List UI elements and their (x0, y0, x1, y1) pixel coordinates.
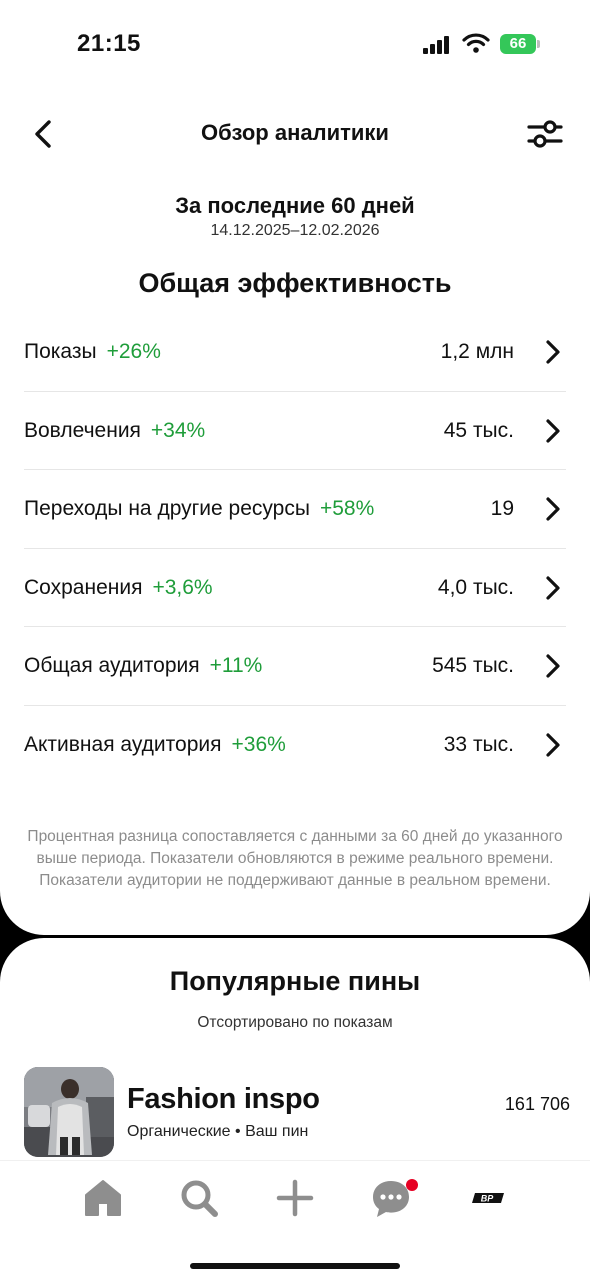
notification-dot (406, 1179, 418, 1191)
chevron-right-icon (546, 340, 560, 364)
search-icon (181, 1180, 218, 1217)
tab-bar: BP (0, 1160, 590, 1280)
metric-row-total-audience[interactable]: Общая аудитория +11% 545 тыс. (24, 627, 566, 706)
period-range: 14.12.2025–12.02.2026 (210, 222, 380, 239)
metric-row-outbound-clicks[interactable]: Переходы на другие ресурсы +58% 19 (24, 470, 566, 549)
metric-delta: +34% (150, 418, 206, 442)
metric-label: Переходы на другие ресурсы +58% (24, 497, 375, 521)
metric-label: Активная аудитория +36% (24, 732, 286, 756)
period-title: За последние 60 дней (175, 193, 415, 218)
metric-value: 33 тыс. (443, 732, 514, 756)
metric-delta: +11% (209, 654, 263, 678)
section-title: Общая эффективность (138, 268, 452, 298)
tab-home[interactable] (80, 1175, 126, 1221)
footnote: Процентная разница сопоставляется с данн… (27, 828, 563, 889)
filter-icon[interactable] (526, 116, 564, 152)
metric-value: 1,2 млн (440, 340, 514, 363)
popular-pins-title: Популярные пины (169, 966, 421, 996)
battery-icon: 66 (500, 34, 540, 54)
home-icon (85, 1180, 121, 1216)
page-title: Обзор аналитики (201, 120, 389, 145)
pin-impressions-count: 161 706 (504, 1094, 570, 1114)
popular-pins-sort-label: Отсортировано по показам (197, 1014, 393, 1031)
metric-value: 4,0 тыс. (437, 575, 514, 599)
status-time: 21:15 (77, 30, 141, 57)
pin-title: Fashion inspo (127, 1083, 320, 1115)
metric-row-engaged-audience[interactable]: Активная аудитория +36% 33 тыс. (24, 706, 566, 785)
metric-delta: +26% (106, 340, 161, 363)
metric-row-impressions[interactable]: Показы +26% 1,2 млн (24, 313, 566, 392)
pin-row[interactable]: Fashion inspo Органические • Ваш пин 161… (24, 1067, 570, 1159)
chevron-right-icon (546, 733, 560, 757)
metric-label: Показы +26% (24, 340, 161, 363)
profile-avatar-text: BP (481, 1194, 494, 1204)
analytics-overview-card: 21:15 66 Обзор аналитики За последние 60… (0, 0, 590, 935)
battery-level: 66 (509, 35, 527, 52)
chevron-right-icon (546, 497, 560, 521)
chevron-right-icon (546, 576, 560, 600)
cellular-signal-icon (423, 36, 453, 54)
metric-value: 545 тыс. (432, 654, 514, 678)
metric-value: 19 (490, 497, 514, 521)
metric-label: Вовлечения +34% (24, 418, 206, 442)
pin-meta: Органические • Ваш пин (127, 1123, 309, 1140)
status-bar: 21:15 66 (0, 0, 590, 90)
plus-icon (276, 1179, 314, 1217)
home-indicator (190, 1263, 400, 1269)
chevron-right-icon (546, 418, 560, 443)
metric-row-saves[interactable]: Сохранения +3,6% 4,0 тыс. (24, 549, 566, 628)
wifi-icon (462, 33, 490, 53)
metrics-list: Показы +26% 1,2 млн Вовлечения +34% 45 тыс… (24, 313, 566, 785)
metric-delta: +36% (231, 732, 286, 756)
tab-profile[interactable]: BP (464, 1175, 510, 1221)
metric-label: Общая аудитория +11% (24, 654, 263, 678)
metric-row-engagements[interactable]: Вовлечения +34% 45 тыс. (24, 392, 566, 471)
tab-messages[interactable] (368, 1175, 418, 1221)
metric-value: 45 тыс. (443, 418, 514, 442)
metric-delta: +58% (319, 497, 375, 521)
profile-icon: BP (472, 1193, 504, 1204)
tab-search[interactable] (176, 1175, 222, 1221)
pin-thumbnail (24, 1067, 114, 1157)
metric-delta: +3,6% (152, 575, 213, 599)
metric-label: Сохранения +3,6% (24, 575, 213, 599)
nav-bar: Обзор аналитики (0, 100, 590, 170)
chevron-right-icon (546, 654, 560, 678)
tab-create[interactable] (272, 1175, 318, 1221)
